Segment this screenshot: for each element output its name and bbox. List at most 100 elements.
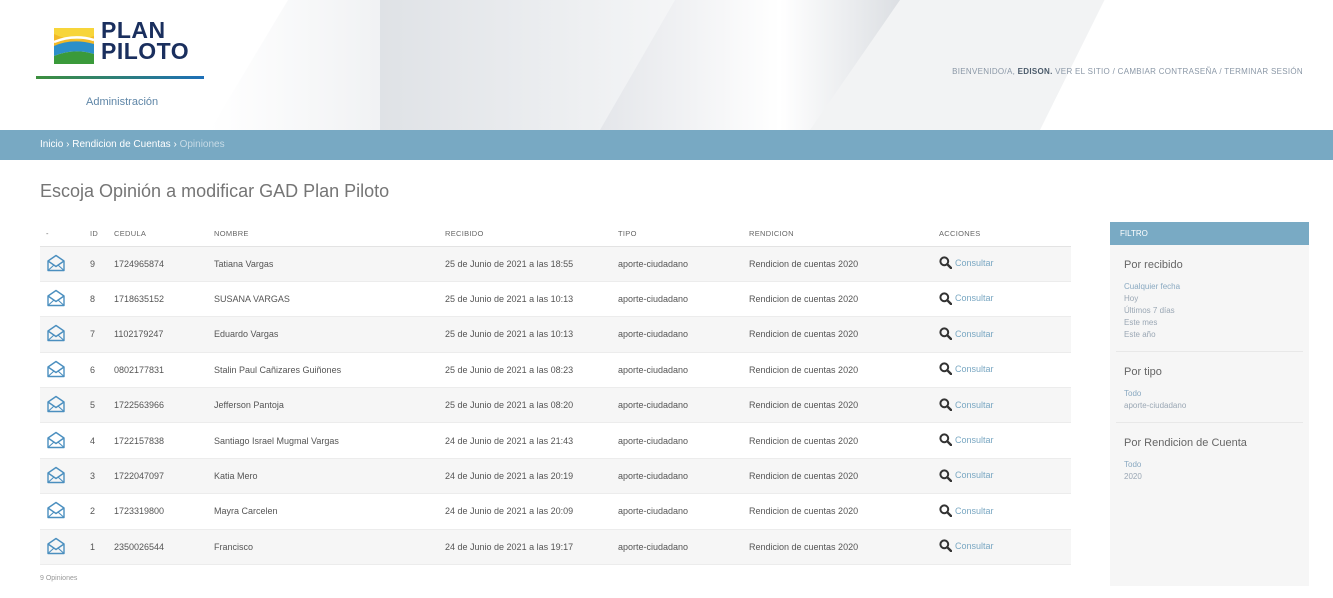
table-header-row: - ID CEDULA NOMBRE RECIBIDO TIPO RENDICI… xyxy=(40,222,1071,247)
table-row[interactable]: 7 1102179247 Eduardo Vargas 25 de Junio de … xyxy=(40,316,1071,353)
filter-option[interactable]: Este mes xyxy=(1124,317,1309,329)
envelope-open-icon[interactable] xyxy=(46,466,66,486)
logo-wordmark: PLAN PILOTO xyxy=(101,17,190,64)
column-header-recibido[interactable]: RECIBIDO xyxy=(439,222,612,247)
plan-piloto-logo[interactable]: PLAN PILOTO Administración xyxy=(36,18,214,114)
row-select-cell[interactable] xyxy=(40,493,84,530)
consultar-label: Consultar xyxy=(955,399,994,410)
cell-recibido: 25 de Junio de 2021 a las 10:13 xyxy=(439,281,612,318)
cell-rendicion: Rendicion de cuentas 2020 xyxy=(743,316,933,353)
consultar-link[interactable]: Consultar xyxy=(939,398,994,411)
consultar-link[interactable]: Consultar xyxy=(939,539,994,553)
cell-id: 8 xyxy=(84,281,108,318)
view-site-link[interactable]: VER EL SITIO xyxy=(1055,67,1110,76)
column-header-id[interactable]: ID xyxy=(84,222,108,247)
cell-rendicion: Rendicion de cuentas 2020 xyxy=(743,281,933,318)
consultar-label: Consultar xyxy=(955,435,994,446)
cell-id: 3 xyxy=(84,458,108,495)
page-header: PLAN PILOTO Administración BIENVENIDO/A,… xyxy=(0,0,1333,130)
cell-nombre: Francisco xyxy=(208,529,439,566)
cell-recibido: 25 de Junio de 2021 a las 18:55 xyxy=(439,246,612,282)
row-select-cell[interactable] xyxy=(40,316,84,353)
cell-cedula: 1724965874 xyxy=(108,246,208,282)
consultar-link[interactable]: Consultar xyxy=(939,291,994,305)
envelope-open-icon[interactable] xyxy=(46,360,66,380)
cell-rendicion: Rendicion de cuentas 2020 xyxy=(743,387,933,424)
filter-option[interactable]: 2020 xyxy=(1124,471,1309,483)
cell-nombre: Katia Mero xyxy=(208,458,439,495)
column-header-acciones: ACCIONES xyxy=(933,222,1071,247)
row-select-cell[interactable] xyxy=(40,458,84,495)
cell-cedula: 1722047097 xyxy=(108,458,208,495)
table-row[interactable]: 1 2350026544 Francisco 24 de Junio de 2021 … xyxy=(40,529,1071,566)
cell-tipo: aporte-ciudadano xyxy=(612,529,743,566)
column-header-select[interactable]: - xyxy=(40,222,84,247)
envelope-open-icon[interactable] xyxy=(46,537,66,557)
logo-emblem-icon xyxy=(53,28,95,64)
envelope-open-icon[interactable] xyxy=(46,396,66,415)
consultar-label: Consultar xyxy=(955,470,994,481)
logout-link[interactable]: TERMINAR SESIÓN xyxy=(1224,67,1303,76)
table-row[interactable]: 5 1722563966 Jefferson Pantoja 25 de Junio … xyxy=(40,387,1071,424)
results-table: - ID CEDULA NOMBRE RECIBIDO TIPO RENDICI… xyxy=(40,222,1071,566)
cell-cedula: 1723319800 xyxy=(108,493,208,530)
cell-recibido: 24 de Junio de 2021 a las 21:43 xyxy=(439,422,612,459)
column-header-nombre[interactable]: NOMBRE xyxy=(208,222,439,247)
consultar-link[interactable]: Consultar xyxy=(939,362,994,376)
row-select-cell[interactable] xyxy=(40,281,84,318)
column-header-cedula[interactable]: CEDULA xyxy=(108,222,208,247)
cell-cedula: 1722157838 xyxy=(108,422,208,459)
row-select-cell[interactable] xyxy=(40,352,84,389)
consultar-label: Consultar xyxy=(955,505,994,516)
consultar-link[interactable]: Consultar xyxy=(939,256,994,270)
cell-recibido: 24 de Junio de 2021 a las 20:09 xyxy=(439,493,612,530)
consultar-link[interactable]: Consultar xyxy=(939,468,994,482)
filter-option[interactable]: aporte-ciudadano xyxy=(1124,400,1309,412)
consultar-link[interactable]: Consultar xyxy=(939,433,994,447)
cell-tipo: aporte-ciudadano xyxy=(612,458,743,495)
search-icon xyxy=(939,504,953,519)
cell-id: 1 xyxy=(84,529,108,566)
filter-option[interactable]: Todo xyxy=(1124,388,1309,400)
consultar-link[interactable]: Consultar xyxy=(939,327,994,341)
cell-rendicion: Rendicion de cuentas 2020 xyxy=(743,458,933,495)
row-select-cell[interactable] xyxy=(40,422,84,459)
row-select-cell[interactable] xyxy=(40,246,84,282)
cell-recibido: 24 de Junio de 2021 a las 20:19 xyxy=(439,458,612,495)
filter-option[interactable]: Este año xyxy=(1124,329,1309,341)
cell-acciones: Consultar xyxy=(933,352,1071,389)
filter-option[interactable]: Últimos 7 días xyxy=(1124,305,1309,317)
cell-acciones: Consultar xyxy=(933,246,1071,282)
table-row[interactable]: 4 1722157838 Santiago Israel Mugmal Vargas… xyxy=(40,422,1071,459)
envelope-open-icon[interactable] xyxy=(46,325,66,344)
cell-id: 9 xyxy=(84,246,108,282)
table-row[interactable]: 9 1724965874 Tatiana Vargas 25 de Junio de … xyxy=(40,246,1071,282)
envelope-open-icon[interactable] xyxy=(46,502,66,521)
column-header-rendicion[interactable]: RENDICION xyxy=(743,222,933,247)
table-row[interactable]: 3 1722047097 Katia Mero 24 de Junio de 2021… xyxy=(40,458,1071,495)
envelope-open-icon[interactable] xyxy=(46,254,66,274)
table-row[interactable]: 2 1723319800 Mayra Carcelen 24 de Junio de … xyxy=(40,493,1071,530)
filter-option[interactable]: Cualquier fecha xyxy=(1124,281,1309,293)
column-header-tipo[interactable]: TIPO xyxy=(612,222,743,247)
table-row[interactable]: 8 1718635152 SUSANA VARGAS 25 de Junio de 2… xyxy=(40,281,1071,318)
cell-nombre: Tatiana Vargas xyxy=(208,246,439,282)
change-password-link[interactable]: CAMBIAR CONTRASEÑA xyxy=(1118,67,1217,76)
table-row[interactable]: 6 0802177831 Stalin Paul Cañizares Guiñone… xyxy=(40,352,1071,389)
cell-nombre: Jefferson Pantoja xyxy=(208,387,439,424)
consultar-link[interactable]: Consultar xyxy=(939,504,994,519)
cell-nombre: SUSANA VARGAS xyxy=(208,281,439,318)
filter-option[interactable]: Todo xyxy=(1124,459,1309,471)
row-select-cell[interactable] xyxy=(40,529,84,566)
breadcrumb-section-link[interactable]: Rendicion de Cuentas xyxy=(72,139,170,150)
envelope-open-icon[interactable] xyxy=(46,431,66,451)
cell-cedula: 1718635152 xyxy=(108,281,208,318)
breadcrumb-home-link[interactable]: Inicio xyxy=(40,139,63,150)
consultar-label: Consultar xyxy=(955,541,994,552)
filter-option[interactable]: Hoy xyxy=(1124,293,1309,305)
envelope-open-icon[interactable] xyxy=(46,289,66,309)
cell-acciones: Consultar xyxy=(933,281,1071,318)
row-select-cell[interactable] xyxy=(40,387,84,424)
cell-tipo: aporte-ciudadano xyxy=(612,493,743,530)
cell-cedula: 2350026544 xyxy=(108,529,208,566)
